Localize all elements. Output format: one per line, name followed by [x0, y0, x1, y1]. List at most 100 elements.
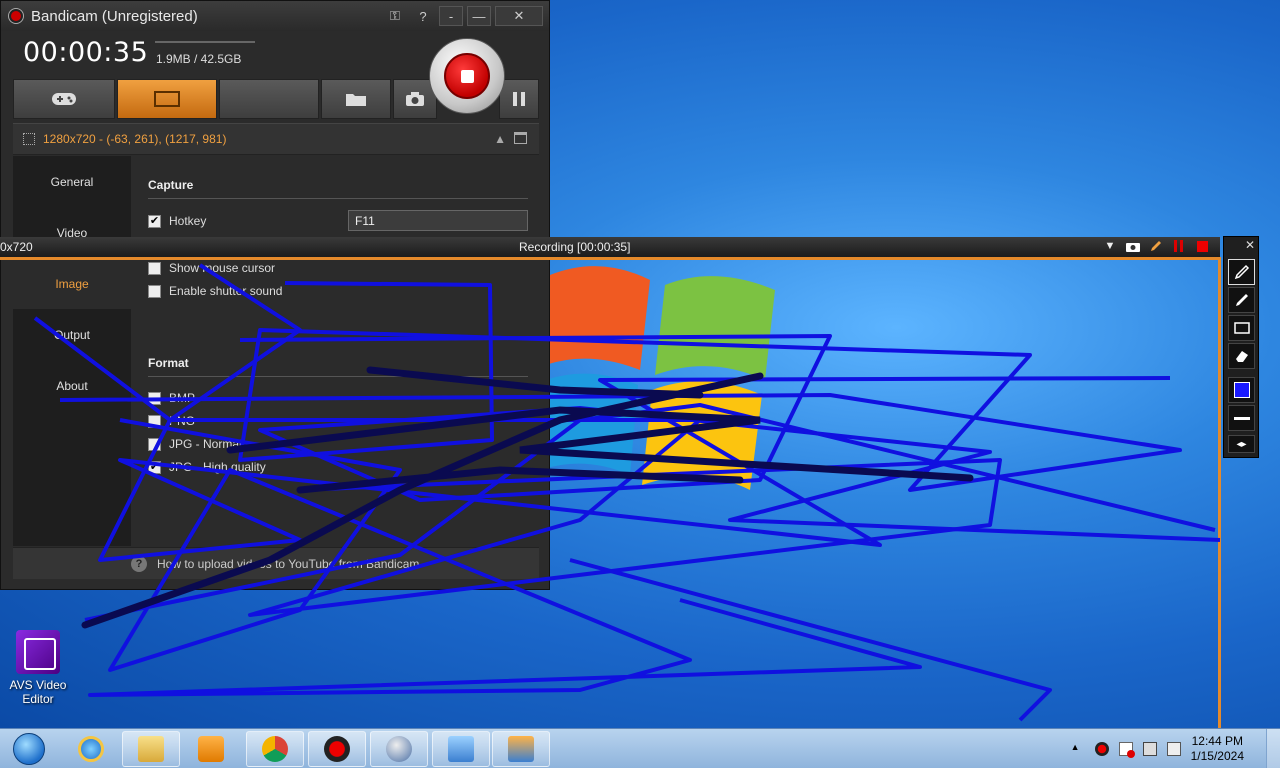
- format-label: JPG - High quality: [169, 460, 266, 474]
- hotkey-field[interactable]: F11: [348, 210, 528, 231]
- dropdown-arrow-icon[interactable]: ▼: [1102, 239, 1118, 253]
- window-mode-icon[interactable]: [514, 132, 527, 144]
- format-row: BMP: [148, 391, 195, 405]
- highlighter-icon[interactable]: [1228, 287, 1255, 313]
- stop-icon[interactable]: [1194, 239, 1210, 253]
- pen-tool-icon[interactable]: [1228, 259, 1255, 285]
- taskbar-bandicam[interactable]: [308, 731, 366, 767]
- taskbar-control-panel[interactable]: [432, 731, 490, 767]
- show-cursor-row: Show mouse cursor: [148, 261, 275, 275]
- network-icon[interactable]: [1142, 742, 1157, 756]
- show-cursor-checkbox[interactable]: [148, 261, 161, 275]
- show-hidden-icons[interactable]: ▲: [1071, 742, 1085, 756]
- rectangle-tool-icon[interactable]: [1228, 315, 1255, 341]
- tab-game-mode[interactable]: [13, 79, 115, 119]
- hotkey-checkbox[interactable]: ✔: [148, 214, 161, 228]
- stop-icon: [444, 53, 490, 99]
- pencil-icon[interactable]: [1148, 239, 1164, 253]
- internet-explorer-icon: [78, 736, 104, 762]
- format-row: PNG: [148, 414, 195, 428]
- show-desktop-button[interactable]: [1266, 729, 1280, 768]
- sidebar-item-general[interactable]: General: [13, 156, 131, 207]
- recording-title: Recording [00:00:35]: [519, 240, 631, 254]
- recording-size-label: 0x720: [0, 240, 33, 254]
- close-button[interactable]: ✕: [495, 6, 543, 26]
- tab-device-mode[interactable]: [219, 79, 319, 119]
- gamepad-icon: [52, 93, 76, 105]
- camera-icon: [406, 92, 424, 106]
- minimize-button[interactable]: —: [467, 6, 491, 26]
- selection-icon: [23, 133, 35, 145]
- tab-screen-mode[interactable]: [117, 79, 217, 119]
- draw-tool-palette: ◂▸: [1223, 236, 1259, 458]
- flag-icon[interactable]: [1118, 742, 1135, 758]
- recording-timer: 00:00:35: [23, 37, 149, 68]
- capture-section-title: Capture: [148, 178, 194, 192]
- format-row: ✔ JPG - High quality: [148, 460, 266, 474]
- format-checkbox-jpg-normal[interactable]: [148, 437, 161, 451]
- divider: [148, 376, 528, 377]
- window-title: Bandicam (Unregistered): [31, 7, 198, 25]
- key-icon[interactable]: ⚿: [383, 6, 407, 26]
- title-bar[interactable]: Bandicam (Unregistered) ⚿ ? - — ✕: [1, 1, 549, 31]
- palette-close-icon[interactable]: ✕: [1245, 238, 1259, 252]
- show-cursor-label: Show mouse cursor: [169, 261, 276, 275]
- pause-button[interactable]: [499, 79, 539, 119]
- capture-area-text: 1280x720 - (-63, 261), (1217, 981): [43, 132, 227, 146]
- mini-mode-button[interactable]: -: [439, 6, 463, 26]
- taskbar-chrome[interactable]: [246, 731, 304, 767]
- help-button[interactable]: ?: [411, 6, 435, 26]
- camera-icon[interactable]: [1125, 239, 1141, 253]
- format-label: PNG: [169, 414, 196, 428]
- bandicam-tray-icon[interactable]: [1094, 742, 1109, 756]
- settings-panel: Capture ✔ Hotkey F11 Show mouse cursor E…: [132, 156, 539, 546]
- windows-orb-icon: [13, 733, 45, 765]
- taskbar-ie[interactable]: [62, 731, 120, 767]
- start-button[interactable]: [4, 730, 54, 768]
- system-tray: ▲ 12:44 PM 1/15/2024: [1071, 729, 1280, 768]
- format-label: JPG - Normal: [169, 437, 242, 451]
- shutter-checkbox[interactable]: [148, 284, 161, 298]
- globe-icon: [386, 736, 412, 762]
- chrome-icon: [262, 736, 288, 762]
- sidebar-item-about[interactable]: About: [13, 360, 131, 411]
- sidebar-item-output[interactable]: Output: [13, 309, 131, 360]
- bandicam-icon: [324, 736, 350, 762]
- pause-icon: [513, 92, 525, 106]
- tab-output-folder[interactable]: [321, 79, 391, 119]
- shutter-label: Enable shutter sound: [169, 284, 283, 298]
- pause-icon[interactable]: [1171, 239, 1187, 253]
- line-width-icon[interactable]: [1228, 405, 1255, 431]
- rectangle-icon: [154, 91, 180, 107]
- file-size: 1.9MB / 42.5GB: [156, 52, 242, 66]
- color-picker-icon[interactable]: [1228, 377, 1255, 403]
- avs-video-editor-shortcut[interactable]: AVS Video Editor: [8, 630, 68, 706]
- format-row: JPG - Normal: [148, 437, 242, 451]
- windows-logo-wallpaper: [540, 266, 775, 490]
- hotkey-row: ✔ Hotkey: [148, 214, 206, 228]
- taskbar-app-2[interactable]: [492, 731, 550, 767]
- record-stop-button[interactable]: [429, 38, 505, 114]
- window-app-icon: [508, 736, 534, 762]
- expand-arrows-icon[interactable]: ◂▸: [1228, 435, 1255, 453]
- media-player-icon: [198, 736, 224, 762]
- collapse-arrow-icon[interactable]: ▲: [494, 132, 506, 146]
- format-checkbox-bmp[interactable]: [148, 391, 161, 405]
- clock[interactable]: 12:44 PM 1/15/2024: [1191, 734, 1244, 764]
- format-checkbox-jpg-high[interactable]: ✔: [148, 460, 161, 474]
- taskbar-media-player[interactable]: [182, 731, 240, 767]
- taskbar-app[interactable]: [370, 731, 428, 767]
- clock-time: 12:44 PM: [1191, 734, 1243, 748]
- shutter-row: Enable shutter sound: [148, 284, 282, 298]
- sidebar-item-image[interactable]: Image: [13, 258, 131, 309]
- settings-sidebar: General Video Image Output About: [13, 156, 131, 546]
- format-checkbox-png[interactable]: [148, 414, 161, 428]
- recording-target-bar[interactable]: 0x720 Recording [00:00:35] ▼: [0, 237, 1220, 257]
- help-footer[interactable]: ? How to upload videos to YouTube from B…: [13, 547, 539, 579]
- help-link[interactable]: How to upload videos to YouTube from Ban…: [157, 557, 419, 571]
- format-label: BMP: [169, 391, 196, 405]
- taskbar-explorer[interactable]: [122, 731, 180, 767]
- volume-icon[interactable]: [1166, 742, 1181, 756]
- folder-icon: [346, 94, 366, 106]
- eraser-icon[interactable]: [1228, 343, 1255, 369]
